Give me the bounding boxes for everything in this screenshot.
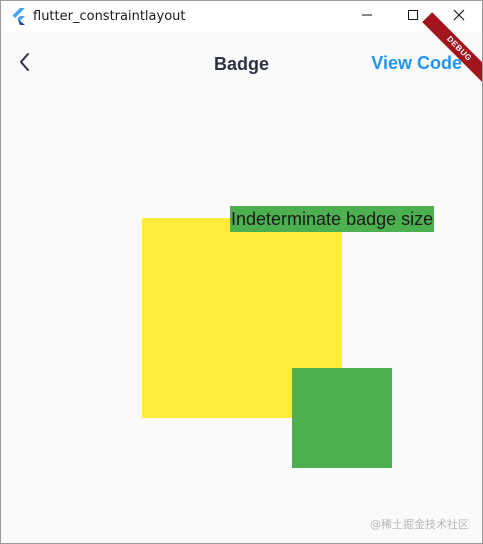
watermark: @稀土掘金技术社区 bbox=[370, 518, 469, 531]
app-window: flutter_constraintlayout Badge View Code… bbox=[0, 0, 483, 544]
close-icon bbox=[453, 8, 465, 26]
title-bar[interactable]: flutter_constraintlayout bbox=[1, 1, 482, 32]
badge-label: Indeterminate badge size bbox=[230, 206, 435, 232]
flutter-logo-icon bbox=[11, 8, 25, 25]
view-code-button[interactable]: View Code bbox=[371, 53, 462, 74]
minimize-icon bbox=[361, 8, 373, 26]
minimize-button[interactable] bbox=[344, 1, 390, 32]
app-bar: Badge View Code DEBUG bbox=[1, 12, 482, 96]
maximize-icon bbox=[407, 8, 419, 26]
window-title: flutter_constraintlayout bbox=[33, 9, 186, 24]
green-box bbox=[292, 368, 392, 468]
